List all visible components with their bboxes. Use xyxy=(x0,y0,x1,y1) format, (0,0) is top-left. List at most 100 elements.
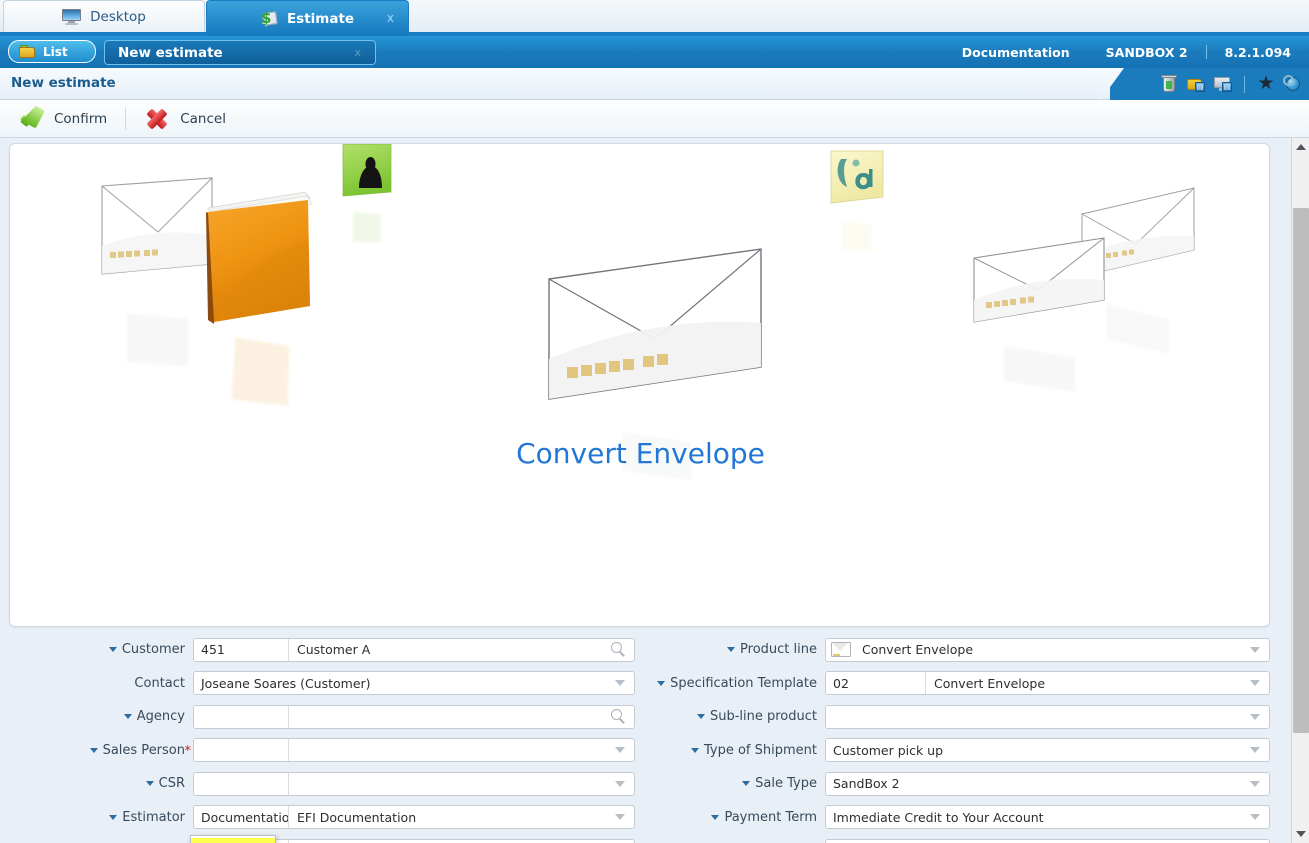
field-csr-label: CSR xyxy=(0,776,193,791)
chevron-down-icon[interactable] xyxy=(1250,814,1260,820)
scroll-down-button[interactable] xyxy=(1292,825,1309,843)
field-contact: Contact Joseane Soares (Customer) xyxy=(0,667,645,701)
field-remuneration-group-control[interactable]: Standard xyxy=(825,839,1270,843)
scroll-up-button[interactable] xyxy=(1292,138,1309,156)
cancel-button-label: Cancel xyxy=(180,111,226,127)
chevron-down-icon[interactable] xyxy=(615,747,625,753)
chevron-down-icon[interactable] xyxy=(615,814,625,820)
field-product-line-control[interactable]: Convert Envelope xyxy=(825,638,1270,662)
chevron-down-icon[interactable] xyxy=(615,781,625,787)
field-estimator-value[interactable]: EFI Documentation xyxy=(289,810,615,825)
banner-box-yellow xyxy=(825,149,889,215)
field-contact-control[interactable]: Joseane Soares (Customer) xyxy=(193,671,635,695)
field-customer-value[interactable]: Customer A xyxy=(289,642,611,657)
field-specification-template-control[interactable]: 02 Convert Envelope xyxy=(825,671,1270,695)
globe-icon[interactable] xyxy=(1283,74,1303,94)
field-estimator-code[interactable]: Documentation xyxy=(194,806,289,828)
banner-box-yellow-reflection xyxy=(825,214,889,252)
caret-down-icon[interactable] xyxy=(109,647,117,652)
field-sale-type-value[interactable]: SandBox 2 xyxy=(826,776,1250,791)
caret-down-icon[interactable] xyxy=(109,815,117,820)
field-csr-control[interactable] xyxy=(193,772,635,796)
scroll-thumb[interactable] xyxy=(1293,208,1309,733)
chevron-down-icon[interactable] xyxy=(1250,647,1260,653)
subtab-new-estimate[interactable]: New estimate x xyxy=(104,40,376,65)
field-sales-person-control[interactable] xyxy=(193,738,635,762)
caret-down-icon[interactable] xyxy=(711,815,719,820)
banner-book-orange-reflection xyxy=(200,332,325,414)
search-icon[interactable] xyxy=(611,709,626,724)
field-specification-template-value[interactable]: Convert Envelope xyxy=(926,676,1250,691)
field-payment-term-value[interactable]: Immediate Credit to Your Account xyxy=(826,810,1250,825)
tab-estimate-close-icon[interactable]: x xyxy=(387,11,394,25)
form-column-left: Customer 451 Customer A Contact Joseane … xyxy=(0,633,645,843)
field-project: Project xyxy=(0,834,645,843)
field-estimator-label: Estimator xyxy=(0,810,193,825)
field-estimator-control[interactable]: Documentation EFI Documentation xyxy=(193,805,635,829)
field-specification-template-code[interactable]: 02 xyxy=(826,672,926,694)
cancel-button[interactable]: Cancel xyxy=(126,100,244,138)
list-button[interactable]: List xyxy=(8,40,96,63)
field-agency-label: Agency xyxy=(0,709,193,724)
caret-down-icon[interactable] xyxy=(742,781,750,786)
confirm-button[interactable]: Confirm xyxy=(0,100,125,138)
caret-down-icon[interactable] xyxy=(691,748,699,753)
field-payment-term: Payment Term Immediate Credit to Your Ac… xyxy=(650,801,1280,835)
caret-down-icon[interactable] xyxy=(90,748,98,753)
banner-title: Convert Envelope xyxy=(10,437,1270,470)
vertical-scrollbar[interactable] xyxy=(1291,138,1309,843)
environment-label: SANDBOX 2 xyxy=(1088,45,1206,60)
field-agency-control[interactable] xyxy=(193,705,635,729)
screen-export-icon[interactable]: ▤ xyxy=(1213,74,1233,94)
field-sale-type-control[interactable]: SandBox 2 xyxy=(825,772,1270,796)
field-payment-term-control[interactable]: Immediate Credit to Your Account xyxy=(825,805,1270,829)
folder-export-icon[interactable]: ▤ xyxy=(1186,74,1206,94)
caret-down-icon[interactable] xyxy=(124,714,132,719)
search-icon[interactable] xyxy=(611,642,626,657)
project-dropdown-list[interactable]: #10 #9 #Sup_01 #Sup_02 xyxy=(190,835,276,843)
divider xyxy=(1244,76,1245,93)
page-body: Convert Envelope Customer 451 Customer A xyxy=(0,138,1309,843)
required-marker: * xyxy=(185,744,192,759)
field-sub-line-product-label: Sub-line product xyxy=(650,709,825,724)
banner-box-green-reflection xyxy=(337,206,397,242)
trash-icon[interactable] xyxy=(1159,74,1179,94)
chevron-down-icon[interactable] xyxy=(1250,680,1260,686)
documentation-link[interactable]: Documentation xyxy=(944,45,1088,60)
page-title-backdrop xyxy=(0,68,1110,100)
chevron-down-icon[interactable] xyxy=(1250,781,1260,787)
tab-estimate[interactable]: $ Estimate x xyxy=(206,0,409,36)
field-specification-template-label: Specification Template xyxy=(650,676,825,691)
field-csr-code[interactable] xyxy=(194,773,289,795)
chevron-down-icon[interactable] xyxy=(1250,747,1260,753)
subtab-close-icon[interactable]: x xyxy=(354,46,361,59)
chevron-down-icon[interactable] xyxy=(615,680,625,686)
field-sub-line-product: Sub-line product xyxy=(650,700,1280,734)
caret-down-icon[interactable] xyxy=(146,781,154,786)
navigation-links: Documentation SANDBOX 2 8.2.1.094 xyxy=(944,36,1309,68)
caret-down-icon[interactable] xyxy=(727,647,735,652)
tab-desktop[interactable]: Desktop xyxy=(3,0,205,32)
star-icon[interactable]: ★ xyxy=(1256,74,1276,94)
field-customer-control[interactable]: 451 Customer A xyxy=(193,638,635,662)
product-banner: Convert Envelope xyxy=(9,143,1270,627)
field-sales-person-label: Sales Person * xyxy=(0,743,193,758)
field-customer-code[interactable]: 451 xyxy=(194,639,289,661)
field-contact-value[interactable]: Joseane Soares (Customer) xyxy=(194,676,615,691)
field-sales-person-code[interactable] xyxy=(194,739,289,761)
field-product-line-value[interactable]: Convert Envelope xyxy=(855,642,1250,657)
chevron-down-icon[interactable] xyxy=(1250,714,1260,720)
field-type-of-shipment-value[interactable]: Customer pick up xyxy=(826,743,1250,758)
green-check-icon xyxy=(18,107,44,131)
money-icon: $ xyxy=(261,10,278,27)
caret-down-icon[interactable] xyxy=(697,714,705,719)
page-title: New estimate xyxy=(11,75,116,91)
field-type-of-shipment-label: Type of Shipment xyxy=(650,743,825,758)
field-type-of-shipment-control[interactable]: Customer pick up xyxy=(825,738,1270,762)
field-sub-line-product-control[interactable] xyxy=(825,705,1270,729)
banner-envelope-right-front-reflection xyxy=(970,337,1110,401)
field-agency-code[interactable] xyxy=(194,706,289,728)
dropdown-option[interactable]: #10 xyxy=(191,838,275,843)
page-title-slant xyxy=(1100,68,1124,101)
caret-down-icon[interactable] xyxy=(657,681,665,686)
